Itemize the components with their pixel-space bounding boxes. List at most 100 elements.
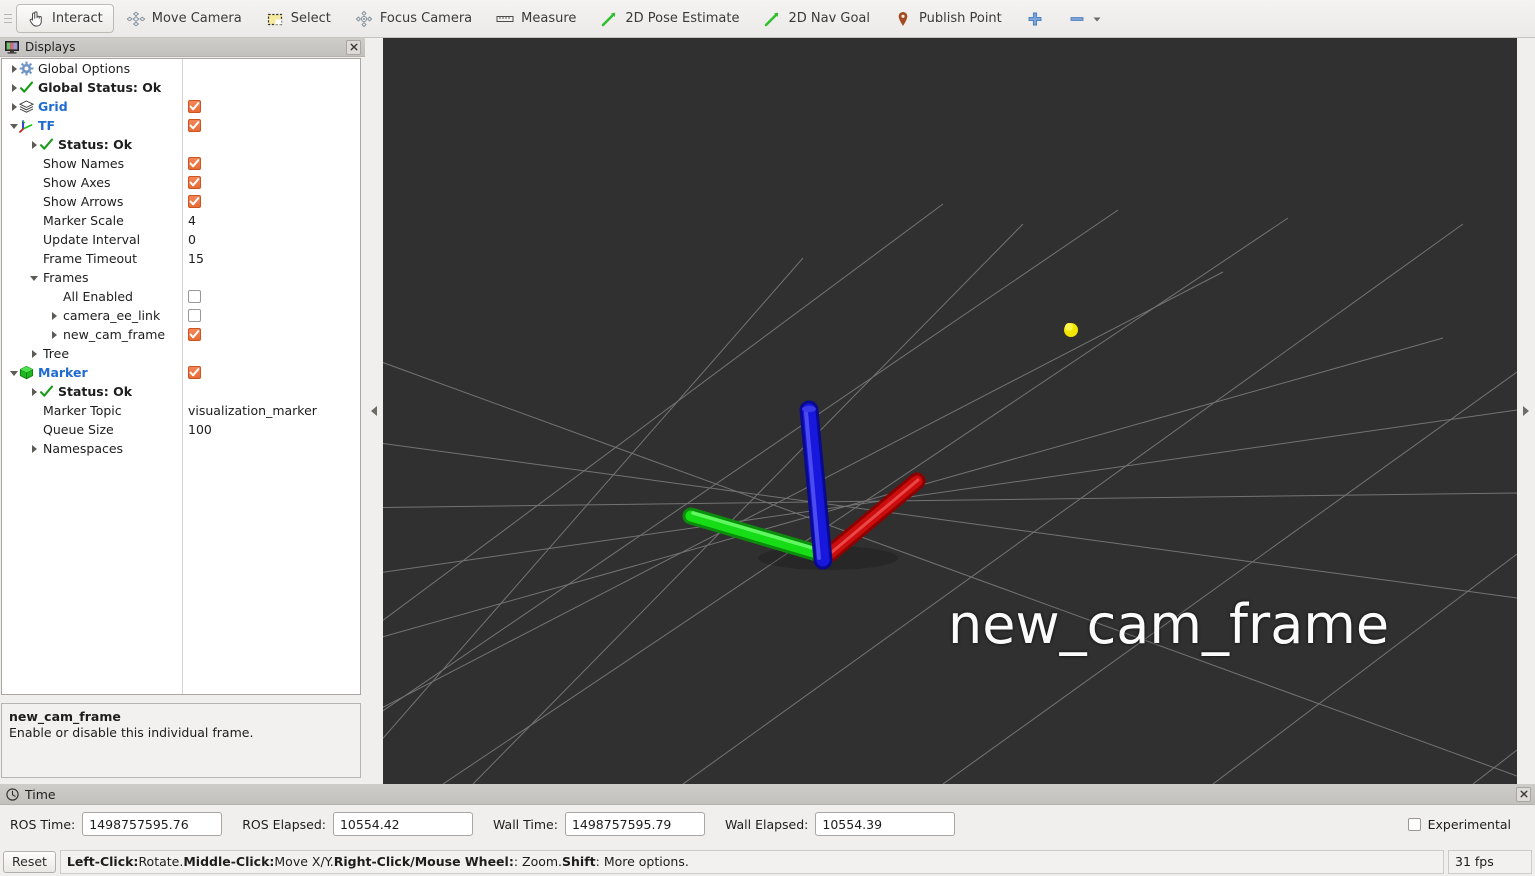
left-splitter-handle[interactable]	[365, 38, 383, 784]
tool-publish-point[interactable]: Publish Point	[883, 4, 1013, 33]
green-arrow-icon	[763, 10, 781, 28]
tree-row-checkbox[interactable]	[188, 290, 201, 303]
chevron-down-icon[interactable]	[1091, 13, 1103, 25]
tree-row-show-axes[interactable]: Show Axes	[2, 173, 360, 192]
tree-row-label: Frame Timeout	[43, 251, 137, 266]
remove-tool-button[interactable]	[1057, 4, 1114, 33]
displays-tree[interactable]: Global Options Global Status: Ok Grid TF Sta…	[1, 58, 361, 695]
tool-label: Interact	[52, 11, 103, 26]
tree-row-global-status-ok[interactable]: Global Status: Ok	[2, 78, 360, 97]
tree-row-checkbox[interactable]	[188, 100, 201, 113]
time-panel-title: Time	[25, 787, 56, 802]
tree-spacer	[30, 197, 39, 206]
tool-2d-pose-estimate[interactable]: 2D Pose Estimate	[589, 4, 750, 33]
monitor-icon	[5, 41, 19, 54]
tree-row-value[interactable]: visualization_marker	[188, 403, 317, 418]
right-splitter-handle[interactable]	[1517, 38, 1535, 784]
experimental-toggle[interactable]: Experimental	[1408, 817, 1525, 832]
tree-row-marker-topic[interactable]: Marker Topicvisualization_marker	[2, 401, 360, 420]
tree-row-all-enabled[interactable]: All Enabled	[2, 287, 360, 306]
experimental-checkbox[interactable]	[1408, 818, 1421, 831]
tree-row-label: Show Names	[43, 156, 124, 171]
tree-row-tree[interactable]: Tree	[2, 344, 360, 363]
tree-row-checkbox[interactable]	[188, 309, 201, 322]
chevron-down-icon[interactable]	[30, 273, 39, 282]
tree-row-new-cam-frame[interactable]: new_cam_frame	[2, 325, 360, 344]
tree-row-tf[interactable]: TF	[2, 116, 360, 135]
chevron-right-icon[interactable]	[10, 83, 19, 92]
tree-row-marker-scale[interactable]: Marker Scale 4	[2, 211, 360, 230]
tree-row-status-ok[interactable]: Status: Ok	[2, 382, 360, 401]
tree-row-grid[interactable]: Grid	[2, 97, 360, 116]
tree-row-checkbox[interactable]	[188, 119, 201, 132]
tree-row-label: Global Status: Ok	[38, 80, 161, 95]
tree-row-value[interactable]: 15	[188, 251, 204, 266]
tool-focus-camera[interactable]: Focus Camera	[344, 4, 483, 33]
tree-row-checkbox[interactable]	[188, 195, 201, 208]
focus-camera-icon	[355, 10, 373, 28]
add-tool-button[interactable]	[1015, 4, 1055, 33]
tree-row-namespaces[interactable]: Namespaces	[2, 439, 360, 458]
tree-row-frames[interactable]: Frames	[2, 268, 360, 287]
tree-row-show-names[interactable]: Show Names	[2, 154, 360, 173]
tree-row-label: Show Axes	[43, 175, 110, 190]
wall-elapsed-input[interactable]: 10554.39	[815, 812, 955, 836]
hand-cursor-icon	[27, 10, 45, 28]
cube-icon	[19, 365, 35, 381]
tree-row-label: All Enabled	[63, 289, 133, 304]
map-pin-icon	[894, 10, 912, 28]
tool-2d-nav-goal[interactable]: 2D Nav Goal	[752, 4, 881, 33]
tree-row-checkbox[interactable]	[188, 157, 201, 170]
tree-row-label: Marker Scale	[43, 213, 124, 228]
tree-row-value[interactable]: 4	[188, 213, 196, 228]
tree-row-label: TF	[38, 118, 55, 133]
tree-spacer	[30, 216, 39, 225]
tool-interact[interactable]: Interact	[16, 4, 114, 33]
chevron-right-icon[interactable]	[10, 64, 19, 73]
reset-button[interactable]: Reset	[3, 851, 56, 873]
tree-row-checkbox[interactable]	[188, 176, 201, 189]
tree-row-label: camera_ee_link	[63, 308, 160, 323]
tool-label: 2D Pose Estimate	[625, 11, 739, 26]
chevron-right-icon[interactable]	[10, 102, 19, 111]
tf-axes-icon	[19, 118, 35, 134]
hint-part: Left-Click:	[67, 854, 139, 869]
tree-row-queue-size[interactable]: Queue Size100	[2, 420, 360, 439]
tree-row-frame-timeout[interactable]: Frame Timeout 15	[2, 249, 360, 268]
chevron-right-icon[interactable]	[30, 444, 39, 453]
chevron-right-icon[interactable]	[30, 387, 39, 396]
rviz-window: Interact Move Camera Select	[0, 0, 1535, 876]
ros-time-input[interactable]: 1498757595.76	[82, 812, 222, 836]
close-icon[interactable]	[1516, 787, 1531, 802]
tool-select[interactable]: Select	[255, 4, 342, 33]
ros-elapsed-input[interactable]: 10554.42	[333, 812, 473, 836]
wall-time-input[interactable]: 1498757595.79	[565, 812, 705, 836]
tool-move-camera[interactable]: Move Camera	[116, 4, 253, 33]
chevron-down-icon[interactable]	[10, 121, 19, 130]
tree-row-global-options[interactable]: Global Options	[2, 59, 360, 78]
tool-measure[interactable]: Measure	[485, 4, 587, 33]
chevron-right-icon[interactable]	[30, 349, 39, 358]
tree-rows-container: Global Options Global Status: Ok Grid TF Sta…	[2, 59, 360, 458]
tree-row-update-interval[interactable]: Update Interval0	[2, 230, 360, 249]
render-viewport-3d[interactable]: new_cam_frame	[383, 38, 1517, 784]
tree-row-status-ok[interactable]: Status: Ok	[2, 135, 360, 154]
experimental-label: Experimental	[1428, 817, 1511, 832]
close-icon[interactable]	[346, 40, 361, 55]
tree-row-marker[interactable]: Marker	[2, 363, 360, 382]
tree-row-camera-ee-link[interactable]: camera_ee_link	[2, 306, 360, 325]
tree-row-label: Status: Ok	[58, 384, 132, 399]
chevron-right-icon[interactable]	[30, 140, 39, 149]
chevron-right-icon[interactable]	[50, 330, 59, 339]
clock-icon	[6, 788, 19, 801]
tree-row-value[interactable]: 0	[188, 232, 196, 247]
toolbar-drag-handle[interactable]	[4, 8, 14, 30]
tree-row-label: new_cam_frame	[63, 327, 165, 342]
tree-row-checkbox[interactable]	[188, 328, 201, 341]
tree-row-label: Global Options	[38, 61, 130, 76]
tree-row-value[interactable]: 100	[188, 422, 212, 437]
tree-row-checkbox[interactable]	[188, 366, 201, 379]
chevron-down-icon[interactable]	[10, 368, 19, 377]
tree-row-show-arrows[interactable]: Show Arrows	[2, 192, 360, 211]
chevron-right-icon[interactable]	[50, 311, 59, 320]
